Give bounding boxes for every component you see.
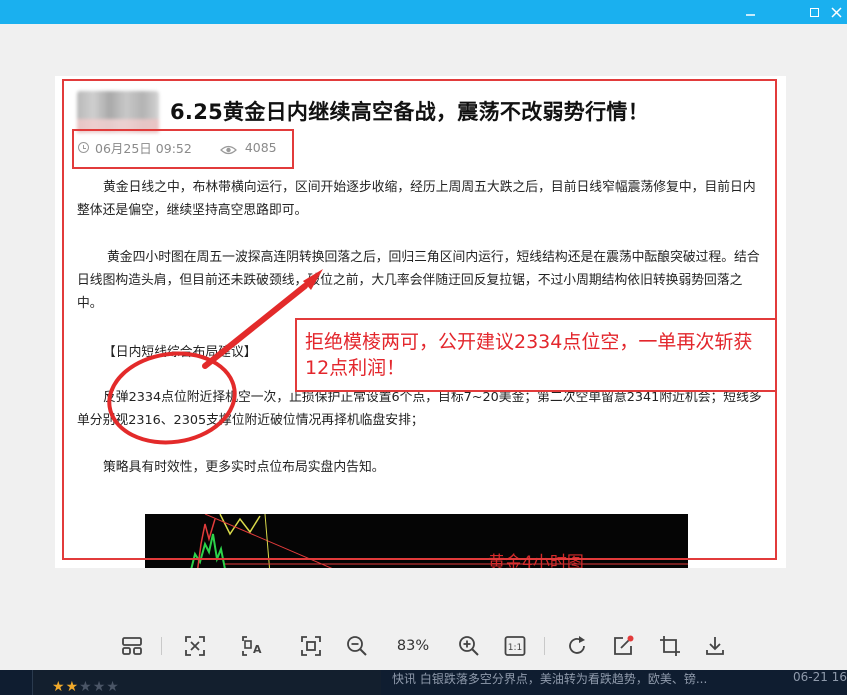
fit-window-icon[interactable] [180, 631, 210, 661]
zoom-in-icon[interactable] [454, 631, 484, 661]
star-icon: ★ [79, 679, 93, 695]
zoom-level: 83% [396, 638, 430, 654]
article-image: 6.25黄金日内继续高空备战，震荡不改弱势行情！ 06月25日 09:52 40… [55, 76, 786, 568]
paragraph-strategy: 反弹2334点位附近择机空一次，止损保护正常设置6个点，目标7~20美金；第二次… [77, 390, 762, 428]
close-icon[interactable] [821, 0, 847, 24]
actual-size-icon[interactable]: 1:1 [500, 631, 530, 661]
svg-text:A: A [253, 643, 262, 656]
blurred-avatar [77, 91, 159, 133]
zoom-out-icon[interactable] [342, 631, 372, 661]
star-icon: ★ [52, 679, 66, 695]
actual-size-label: 1:1 [508, 643, 522, 653]
crop-icon[interactable] [655, 631, 685, 661]
thumbnails-icon[interactable] [117, 631, 147, 661]
chart-caption: 黄金4小时图 [488, 553, 584, 568]
rotate-icon[interactable] [562, 631, 592, 661]
annotation-text: 拒绝模棱两可，公开建议2334点位空，一单再次斩获12点利润！ [305, 331, 753, 379]
paragraph-note: 策略具有时效性，更多实时点位布局实盘内告知。 [103, 460, 385, 475]
paragraph-daily: 黄金日线之中，布林带横向运行，区间开始逐步收缩，经历上周周五大跌之后，目前日线窄… [77, 180, 756, 218]
star-icon: ★ [65, 679, 80, 695]
paragraph-4h: 黄金四小时图在周五一波探高连阴转换回落之后，回归三角区间内运行，短线结构还是在震… [77, 250, 760, 311]
download-icon[interactable] [700, 631, 730, 661]
original-size-icon[interactable] [296, 631, 326, 661]
background-app-strip: ★★★★★ 快讯 白银跌落多空分界点，美油转为看跌趋势，欧美、镑... 06-2… [0, 670, 847, 695]
ticker-date: 06-21 16: [793, 670, 847, 684]
minimize-icon[interactable] [735, 0, 765, 24]
eye-icon [219, 143, 237, 154]
clock-icon [78, 142, 89, 153]
rating-stars: ★★★★★ [52, 679, 120, 695]
edit-icon[interactable] [608, 631, 638, 661]
news-ticker[interactable]: 快讯 白银跌落多空分界点，美油转为看跌趋势，欧美、镑... [392, 670, 707, 687]
chart-preview: 黄金4小时图 [145, 514, 688, 568]
article-meta: 06月25日 09:52 4085 [78, 138, 277, 157]
publish-date: 06月25日 09:52 [95, 141, 192, 156]
view-count: 4085 [244, 140, 277, 155]
star-icon: ★ [92, 679, 107, 695]
article-title: 6.25黄金日内继续高空备战，震荡不改弱势行情！ [170, 100, 650, 124]
star-icon: ★ [106, 679, 120, 695]
ocr-text-icon[interactable]: A [238, 631, 268, 661]
window-title-bar [0, 0, 847, 24]
image-viewer: 6.25黄金日内继续高空备战，震荡不改弱势行情！ 06月25日 09:52 40… [0, 24, 847, 670]
viewer-toolbar: A 83% 1:1 [0, 623, 847, 671]
